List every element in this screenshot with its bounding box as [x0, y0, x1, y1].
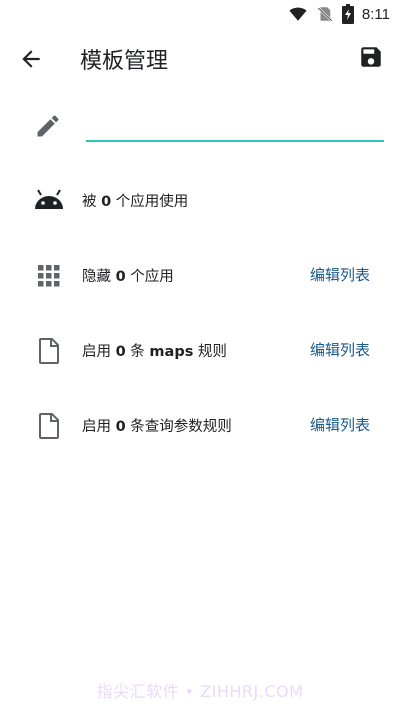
- file-icon: [39, 413, 59, 439]
- status-bar: 8:11: [0, 0, 400, 28]
- template-name-row: [0, 100, 400, 150]
- back-arrow-icon[interactable]: [18, 46, 44, 72]
- wifi-icon: [289, 7, 307, 21]
- maps-rules-text: 启用 0 条 maps 规则: [82, 344, 227, 360]
- maps-rules-row: 启用 0 条 maps 规则 编辑列表: [0, 325, 400, 375]
- android-icon: [35, 189, 63, 209]
- battery-charging-icon: [341, 4, 354, 24]
- used-by-apps-row: 被 0 个应用使用: [0, 175, 400, 225]
- query-param-rules-row: 启用 0 条查询参数规则 编辑列表: [0, 400, 400, 450]
- file-icon: [39, 338, 59, 364]
- status-time: 8:11: [361, 5, 390, 23]
- watermark: 指尖汇软件 • ZIHHRJ.COM: [96, 682, 304, 701]
- apps-grid-icon: [38, 265, 60, 287]
- save-icon[interactable]: [358, 44, 384, 70]
- edit-maps-rules-button[interactable]: 编辑列表: [310, 339, 370, 360]
- app-bar: 模板管理: [0, 28, 400, 88]
- hidden-apps-text: 隐藏 0 个应用: [82, 269, 174, 285]
- query-param-rules-text: 启用 0 条查询参数规则: [82, 419, 232, 435]
- template-name-input[interactable]: [86, 108, 384, 142]
- no-sim-icon: [317, 7, 333, 22]
- pencil-icon: [37, 115, 59, 137]
- hidden-apps-row: 隐藏 0 个应用 编辑列表: [0, 250, 400, 300]
- page-title: 模板管理: [80, 49, 169, 74]
- edit-hidden-apps-button[interactable]: 编辑列表: [310, 264, 370, 285]
- status-icons: 8:11: [288, 4, 390, 24]
- edit-query-param-rules-button[interactable]: 编辑列表: [310, 414, 370, 435]
- used-by-apps-text: 被 0 个应用使用: [82, 194, 189, 210]
